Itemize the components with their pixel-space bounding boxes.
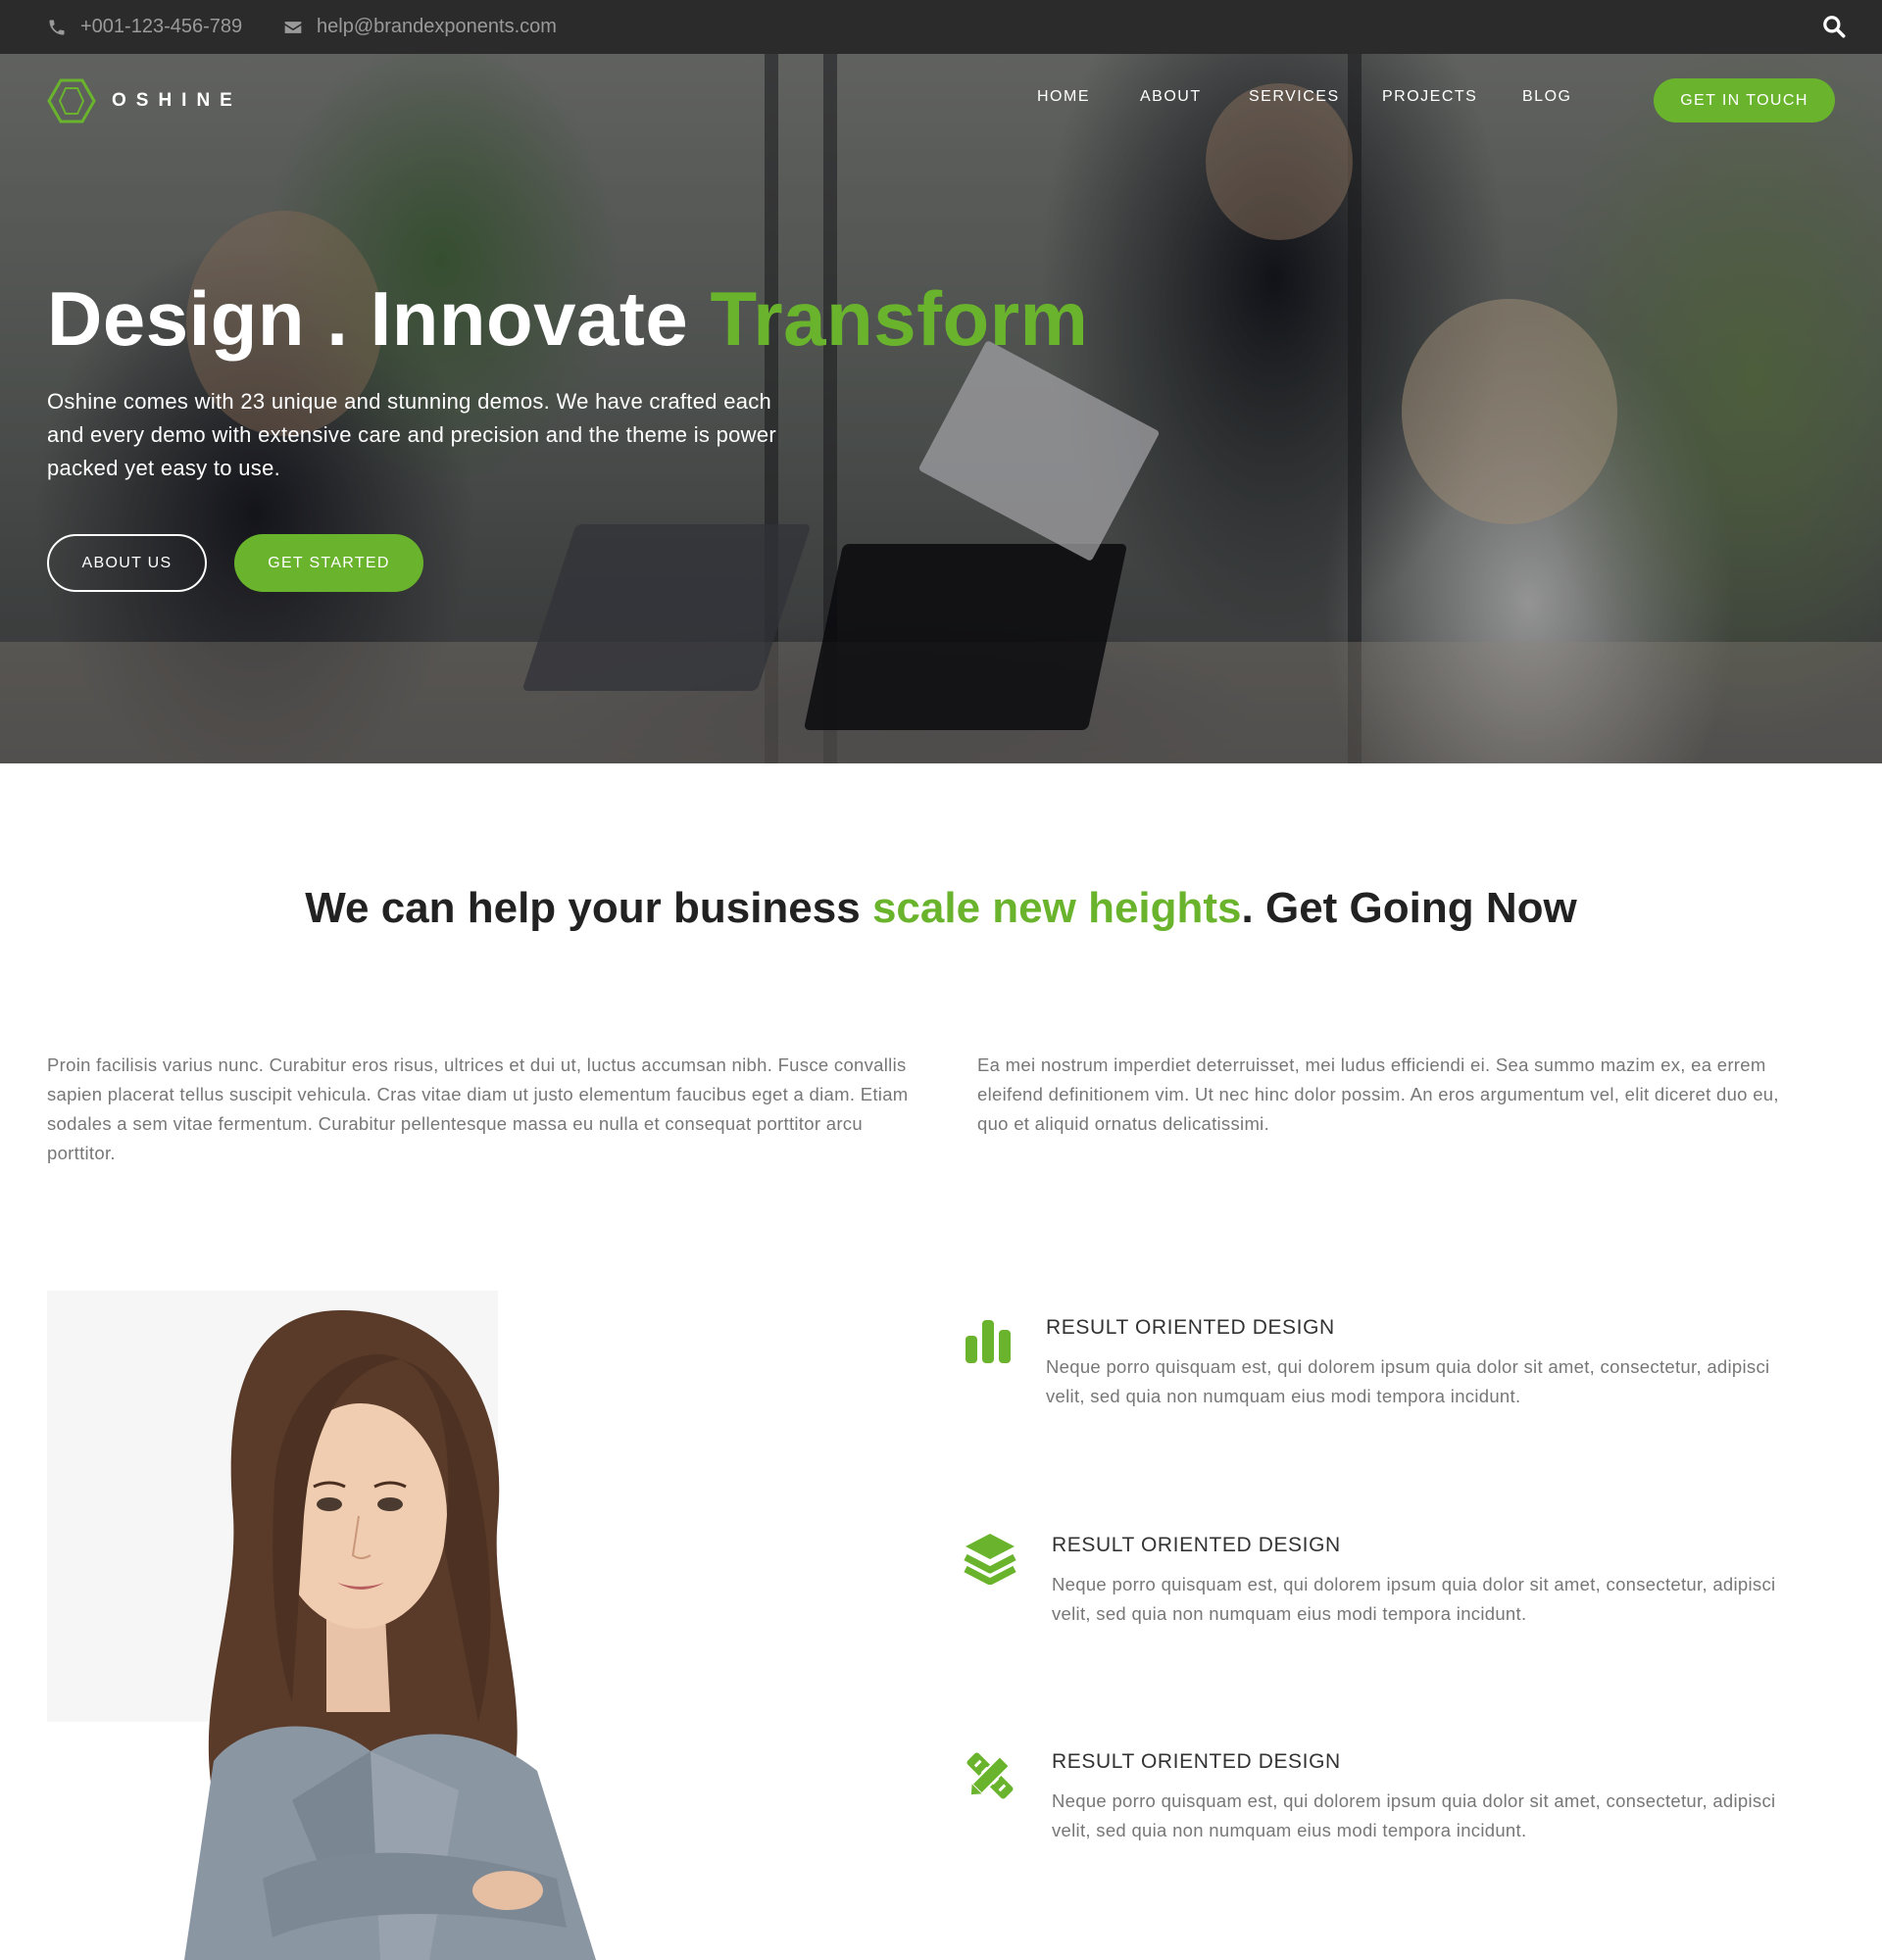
nav-item-services[interactable]: SERVICES	[1249, 88, 1340, 106]
intro-text-right: Ea mei nostrum imperdiet deterruisset, m…	[977, 1054, 1779, 1134]
heading-accent: scale new heights	[871, 884, 1242, 932]
feature-description: Neque porro quisquam est, qui dolorem ip…	[1046, 1356, 1770, 1406]
hero-photo-person	[1206, 83, 1353, 240]
search-icon[interactable]	[1821, 14, 1847, 39]
phone-contact[interactable]: +001-123-456-789	[47, 0, 242, 54]
nav-item-blog[interactable]: BLOG	[1522, 88, 1571, 106]
nav-item-about[interactable]: ABOUT	[1140, 88, 1202, 106]
feature-title: RESULT ORIENTED DESIGN	[1046, 1316, 1335, 1339]
phone-number: +001-123-456-789	[80, 16, 243, 37]
hero-photo-laptop	[521, 524, 812, 691]
hero-title-main: Design . Innovate	[47, 275, 711, 362]
get-started-button[interactable]: GET STARTED	[234, 534, 423, 592]
hero-title-accent: Transform	[710, 275, 1089, 362]
email-contact[interactable]: help@brandexponents.com	[283, 0, 557, 54]
heading-part: . Get Going Now	[1241, 884, 1577, 932]
top-bar: +001-123-456-789 help@brandexponents.com	[0, 0, 1882, 54]
logo-text: OSHINE	[112, 90, 242, 111]
hero-photo-person	[1402, 299, 1617, 524]
portrait-illustration	[47, 1291, 596, 1960]
intro-text-left: Proin facilisis varius nunc. Curabitur e…	[47, 1054, 909, 1163]
site-logo[interactable]: OSHINE	[47, 78, 242, 123]
envelope-icon	[284, 21, 302, 33]
email-address: help@brandexponents.com	[317, 16, 557, 37]
window-frame	[823, 54, 837, 763]
businesswoman-portrait	[47, 1291, 880, 1960]
bar-chart-icon	[966, 1320, 1011, 1363]
feature-title: RESULT ORIENTED DESIGN	[1052, 1750, 1341, 1773]
section-heading: We can help your business scale new heig…	[294, 882, 1588, 935]
hero-title: Design . Innovate Transform	[47, 274, 1088, 364]
hero-photo-table	[0, 642, 1882, 763]
hero-photo-laptop	[803, 544, 1128, 730]
about-us-button[interactable]: ABOUT US	[47, 534, 207, 592]
get-in-touch-button[interactable]: GET IN TOUCH	[1654, 78, 1835, 122]
feature-description: Neque porro quisquam est, qui dolorem ip…	[1052, 1574, 1776, 1624]
feature-description: Neque porro quisquam est, qui dolorem ip…	[1052, 1790, 1776, 1840]
hero-photo-document	[917, 339, 1161, 563]
hexagon-logo-icon	[47, 78, 96, 123]
heading-part: We can help your business	[305, 884, 872, 932]
nav-item-home[interactable]: HOME	[1037, 88, 1090, 106]
pencil-ruler-icon	[966, 1752, 1014, 1799]
phone-icon	[49, 20, 65, 34]
layers-icon	[964, 1534, 1016, 1585]
window-frame	[1348, 54, 1362, 763]
feature-title: RESULT ORIENTED DESIGN	[1052, 1534, 1341, 1556]
nav-item-projects[interactable]: PROJECTS	[1382, 88, 1477, 106]
hero-subtitle: Oshine comes with 23 unique and stunning…	[47, 389, 777, 480]
